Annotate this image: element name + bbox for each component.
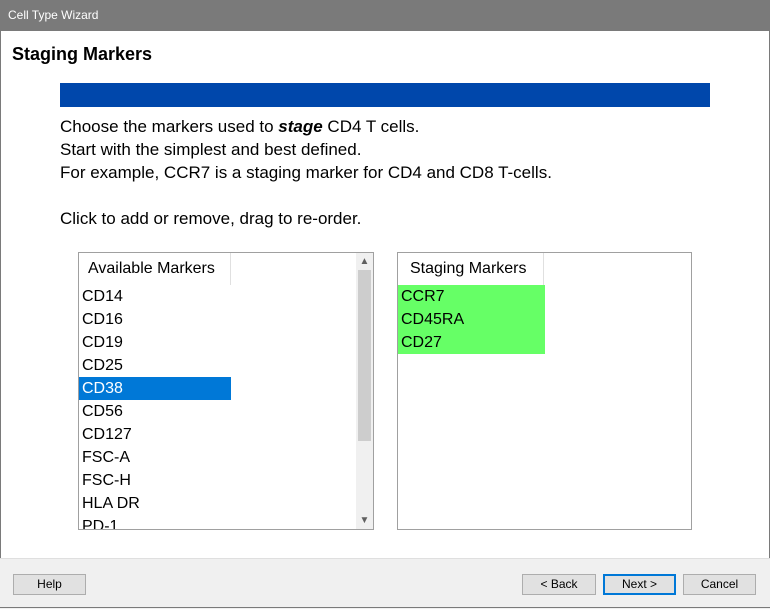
back-button[interactable]: < Back [522,574,596,595]
instruction-spacer [60,184,740,207]
available-markers-scrollbar[interactable]: ▲ ▼ [356,253,373,529]
window-title: Cell Type Wizard [8,8,99,22]
staging-markers-items: CCR7 CD45RA CD27 [398,285,545,354]
scroll-thumb[interactable] [358,270,371,441]
available-markers-header[interactable]: Available Markers [79,253,231,285]
scroll-up-icon[interactable]: ▲ [356,253,373,270]
header-banner [60,83,710,107]
help-button[interactable]: Help [13,574,86,595]
available-marker-item[interactable]: CD19 [79,331,231,354]
available-markers-list[interactable]: Available Markers CD14 CD16 CD19 CD25 CD38 CD… [78,252,374,530]
instruction-emphasis: stage [278,117,323,136]
available-marker-item[interactable]: FSC-H [79,469,231,492]
page-title: Staging Markers [12,44,153,64]
available-marker-item[interactable]: HLA DR [79,492,231,515]
instruction-line-1-post: CD4 T cells. [322,117,420,136]
available-marker-item[interactable]: CD14 [79,285,231,308]
instruction-line-4: Click to add or remove, drag to re-order… [60,209,362,228]
title-bar: Cell Type Wizard [0,0,770,31]
available-marker-item[interactable]: CD25 [79,354,231,377]
next-button[interactable]: Next > [603,574,676,595]
available-marker-item[interactable]: CD56 [79,400,231,423]
window-border-left [0,31,1,608]
staging-marker-item[interactable]: CCR7 [398,285,545,308]
available-marker-item[interactable]: CD16 [79,308,231,331]
available-marker-item[interactable]: FSC-A [79,446,231,469]
available-marker-item[interactable]: PD-1 [79,515,231,529]
button-bar: Help < Back Next > Cancel [0,558,770,609]
staging-markers-header[interactable]: Staging Markers [398,253,544,285]
available-marker-item[interactable]: CD38 [79,377,231,400]
available-markers-items: CD14 CD16 CD19 CD25 CD38 CD56 CD127 FSC-A FSC-H H… [79,285,231,529]
instruction-line-1-pre: Choose the markers used to [60,117,279,136]
staging-marker-item[interactable]: CD45RA [398,308,545,331]
scroll-down-icon[interactable]: ▼ [356,512,373,529]
instruction-line-2: Start with the simplest and best defined… [60,140,362,159]
staging-markers-list[interactable]: Staging Markers CCR7 CD45RA CD27 [397,252,692,530]
instructions: Choose the markers used to stage CD4 T c… [60,115,740,230]
staging-marker-item[interactable]: CD27 [398,331,545,354]
instruction-line-1: Choose the markers used to stage CD4 T c… [60,115,740,138]
instruction-line-3: For example, CCR7 is a staging marker fo… [60,163,552,182]
cancel-button[interactable]: Cancel [683,574,756,595]
available-marker-item[interactable]: CD127 [79,423,231,446]
